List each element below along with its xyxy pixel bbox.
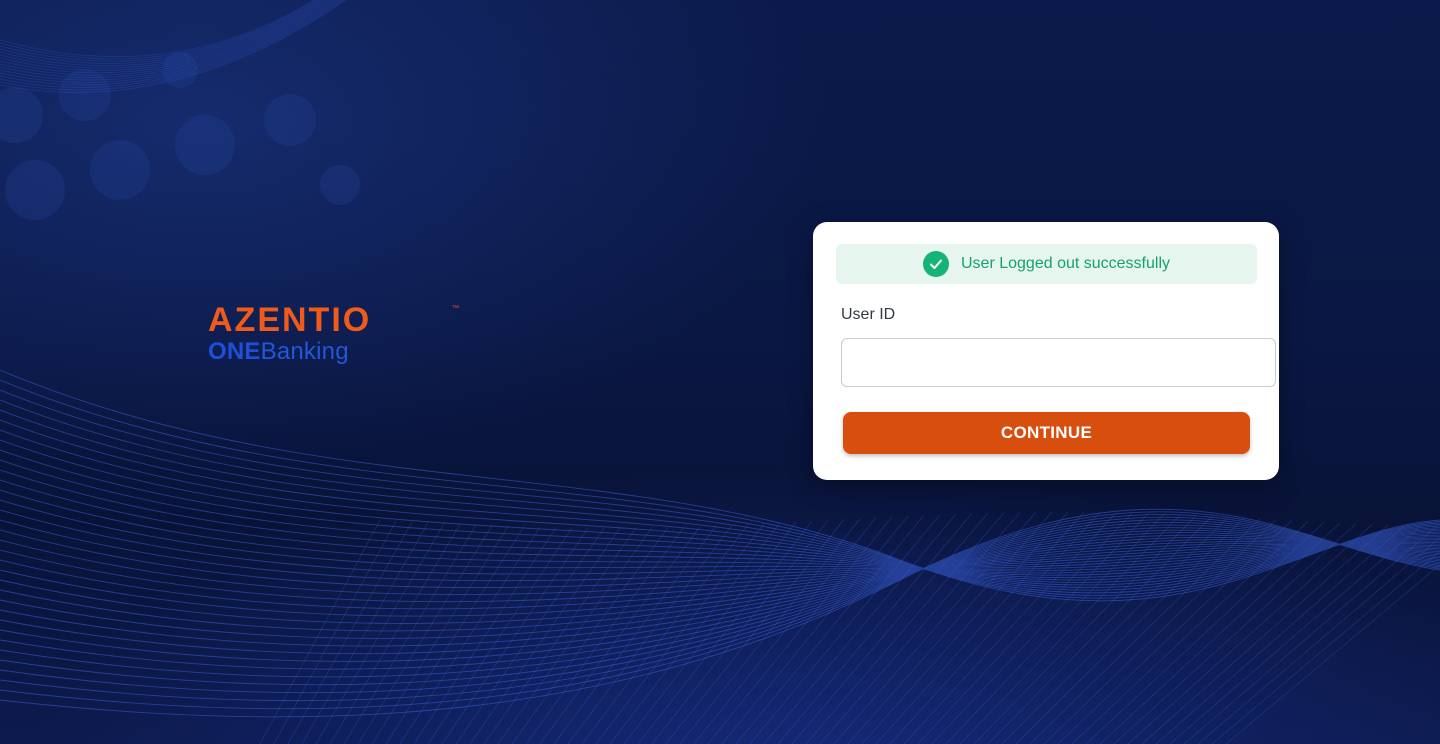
- logo-text: AZENTIO: [208, 301, 371, 336]
- user-id-label: User ID: [841, 306, 896, 323]
- product-prefix: ONE: [208, 338, 261, 365]
- brand-block: AZENTIO ™ ONEBanking: [208, 300, 478, 366]
- login-page: AZENTIO ™ ONEBanking User Logged out suc…: [0, 0, 1440, 744]
- azentio-logo: AZENTIO ™: [208, 301, 459, 336]
- check-circle-icon: [923, 251, 949, 277]
- login-card: User Logged out successfully User ID CON…: [813, 222, 1279, 480]
- user-id-input[interactable]: [841, 338, 1276, 387]
- product-suffix: Banking: [260, 338, 349, 365]
- success-alert: User Logged out successfully: [836, 244, 1257, 284]
- continue-button[interactable]: CONTINUE: [843, 412, 1250, 454]
- alert-message: User Logged out successfully: [961, 255, 1170, 272]
- product-name: ONEBanking: [208, 338, 478, 366]
- trademark-mark: ™: [452, 305, 459, 312]
